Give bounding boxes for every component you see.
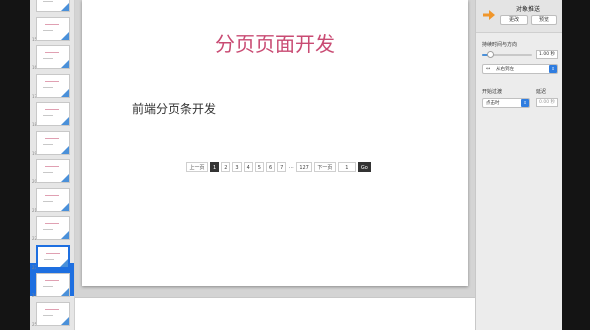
start-transition-label: 开始过渡	[482, 89, 503, 95]
pager-ellipsis: ...	[288, 163, 294, 170]
pager-last-page[interactable]: 127	[296, 161, 312, 172]
direction-select[interactable]: ↔ 从右到左 ⇕	[482, 64, 558, 74]
thumbnail-title-line	[45, 280, 59, 281]
thumbnail-text-line	[43, 314, 53, 316]
pager-page-4[interactable]: 4	[243, 161, 253, 172]
duration-label: 持续时间与方向	[482, 42, 518, 48]
thumbnail-text-line	[43, 229, 53, 230]
thumbnail-title-line	[45, 137, 59, 139]
thumbnail-corner-mark	[61, 288, 69, 296]
thumbnail-text-line	[43, 86, 53, 88]
thumbnail-text-line	[43, 29, 53, 31]
animation-header: 对象推送 更改 预览	[476, 0, 563, 33]
slide-thumbnail[interactable]	[36, 187, 70, 212]
thumbnail-text-line	[43, 1, 53, 2]
slide-thumbnail[interactable]	[36, 301, 70, 326]
pager-page-5[interactable]: 5	[254, 161, 264, 172]
pager-page-input[interactable]: 1	[337, 161, 356, 172]
pager-page-1[interactable]: 1	[210, 161, 220, 172]
duration-field[interactable]: 1.00 秒	[536, 50, 558, 59]
arrow-right-icon	[483, 10, 495, 20]
thumbnail-title-line	[46, 252, 60, 254]
pager-go-button[interactable]: Go	[357, 161, 371, 172]
change-button[interactable]: 更改	[500, 15, 528, 25]
delay-label: 延迟	[536, 89, 547, 95]
thumbnail-corner-mark	[61, 174, 69, 182]
thumbnail-title-line	[45, 194, 59, 196]
thumbnail-corner-mark	[61, 31, 69, 40]
thumbnail-corner-mark	[61, 145, 69, 154]
thumbnail-text-line	[43, 115, 53, 116]
thumbnail-title-line	[45, 223, 59, 224]
slide-thumbnail[interactable]	[36, 216, 70, 240]
thumbnail-text-line	[43, 172, 53, 173]
pager-page-3[interactable]: 3	[232, 161, 242, 172]
thumbnail-text-line	[43, 200, 53, 202]
duration-slider[interactable]	[482, 51, 532, 58]
left-dark-panel	[0, 0, 30, 330]
thumbnail-title-line	[45, 308, 59, 310]
right-dark-panel	[562, 0, 590, 330]
slide-thumbnail[interactable]	[36, 102, 70, 126]
animation-inspector: 对象推送 更改 预览 持续时间与方向 1.00 秒 ↔ 从右到左 ⇕ 开始过渡 …	[475, 0, 563, 330]
slide-thumbnail[interactable]	[36, 45, 70, 69]
thumbnail-text-line	[43, 143, 53, 145]
thumbnail-title-line	[45, 109, 59, 110]
slide-title[interactable]: 分页页面开发	[82, 28, 468, 57]
start-transition-value: 点击时	[486, 101, 500, 106]
thumbnail-text-line	[44, 258, 54, 260]
slide-thumbnail[interactable]	[36, 244, 70, 269]
slide-thumbnail[interactable]	[36, 130, 70, 155]
pager-next-button[interactable]: 下一页	[313, 161, 336, 172]
thumbnail-text-line	[43, 58, 53, 59]
pagination-bar: 上一页 1 2 3 4 5 6 7 ... 127 下一页 1 Go	[186, 161, 371, 172]
slide-canvas-area[interactable]: 分页页面开发 前端分页条开发 上一页 1 2 3 4 5 6 7 ... 127…	[75, 0, 475, 330]
pager-prev-button[interactable]: 上一页	[186, 161, 208, 172]
direction-icon: ↔	[486, 66, 491, 72]
thumbnail-corner-mark	[61, 3, 69, 11]
preview-button[interactable]: 预览	[531, 15, 557, 25]
slide-thumbnail[interactable]	[36, 159, 70, 183]
thumbnail-text-line	[43, 286, 53, 287]
stepper-arrows-icon[interactable]: ⇕	[549, 65, 557, 73]
slide-thumbnail[interactable]	[36, 16, 70, 41]
thumbnail-title-line	[45, 23, 59, 25]
thumbnail-corner-mark	[61, 316, 69, 325]
thumbnail-corner-mark	[61, 202, 69, 211]
thumbnail-corner-mark	[61, 88, 69, 97]
slide-thumbnail[interactable]	[36, 0, 70, 12]
start-transition-select[interactable]: 点击时 ⇕	[482, 98, 530, 108]
slide-thumbnail[interactable]	[36, 73, 70, 98]
current-slide[interactable]: 分页页面开发 前端分页条开发 上一页 1 2 3 4 5 6 7 ... 127…	[82, 0, 468, 286]
animation-name: 对象推送	[515, 6, 540, 13]
stepper-arrows-icon[interactable]: ⇕	[521, 99, 529, 107]
thumbnail-corner-mark	[61, 60, 69, 68]
slide-thumbnail[interactable]	[36, 273, 70, 297]
direction-value: 从右到左	[496, 67, 514, 72]
thumbnail-title-line	[45, 80, 59, 82]
pager-page-6[interactable]: 6	[265, 161, 276, 172]
delay-field[interactable]: 0.00 秒	[536, 98, 558, 107]
next-slide-preview	[75, 297, 475, 330]
pager-page-2[interactable]: 2	[221, 161, 231, 172]
thumbnail-title-line	[45, 52, 59, 53]
thumbnail-corner-mark	[60, 258, 68, 267]
thumbnail-title-line	[45, 166, 59, 167]
slide-subtitle[interactable]: 前端分页条开发	[132, 100, 216, 117]
thumbnail-corner-mark	[61, 231, 69, 239]
thumbnail-corner-mark	[61, 117, 69, 125]
pager-page-7[interactable]: 7	[277, 161, 287, 172]
duration-slider-knob[interactable]	[486, 51, 494, 58]
slide-navigator[interactable]: 15 16 17 18 19 20 21 22 23 24 25	[30, 0, 75, 330]
